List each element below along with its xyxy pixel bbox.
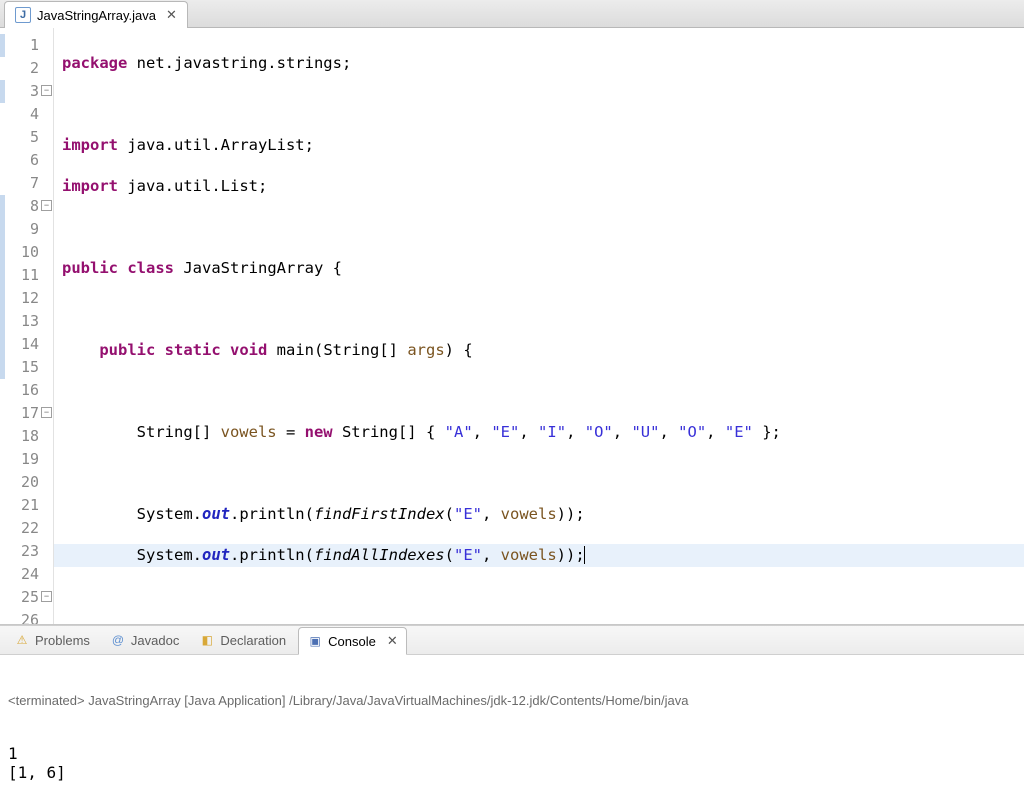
tab-console[interactable]: ▣ Console ✕ bbox=[298, 627, 407, 655]
bottom-views-bar: ⚠ Problems @ Javadoc ◧ Declaration ▣ Con… bbox=[0, 625, 1024, 655]
line-number: 18 bbox=[0, 425, 53, 448]
fold-toggle-icon[interactable]: − bbox=[41, 407, 52, 418]
line-number: 25− bbox=[0, 586, 53, 609]
line-number: 14 bbox=[0, 333, 53, 356]
line-number: 5 bbox=[0, 126, 53, 149]
fold-toggle-icon[interactable]: − bbox=[41, 200, 52, 211]
line-number: 6 bbox=[0, 149, 53, 172]
line-number: 8− bbox=[0, 195, 53, 218]
console-output[interactable]: 1 [1, 6] bbox=[8, 744, 1016, 782]
fold-toggle-icon[interactable]: − bbox=[41, 591, 52, 602]
line-number: 19 bbox=[0, 448, 53, 471]
current-line: System.out.println(findAllIndexes("E", v… bbox=[54, 544, 1024, 567]
line-number: 22 bbox=[0, 517, 53, 540]
close-icon[interactable]: ✕ bbox=[162, 7, 177, 23]
console-status: <terminated> JavaStringArray [Java Appli… bbox=[8, 693, 1016, 708]
line-number: 16 bbox=[0, 379, 53, 402]
fold-toggle-icon[interactable]: − bbox=[41, 85, 52, 96]
line-number: 3− bbox=[0, 80, 53, 103]
tab-declaration[interactable]: ◧ Declaration bbox=[191, 629, 294, 651]
line-number: 17− bbox=[0, 402, 53, 425]
line-number: 15 bbox=[0, 356, 53, 379]
line-number: 12 bbox=[0, 287, 53, 310]
line-number: 20 bbox=[0, 471, 53, 494]
text-caret bbox=[584, 546, 585, 564]
declaration-icon: ◧ bbox=[199, 632, 215, 648]
line-number: 13 bbox=[0, 310, 53, 333]
console-panel: <terminated> JavaStringArray [Java Appli… bbox=[0, 655, 1024, 809]
line-number: 7 bbox=[0, 172, 53, 195]
line-number: 21 bbox=[0, 494, 53, 517]
line-number: 9 bbox=[0, 218, 53, 241]
problems-icon: ⚠ bbox=[14, 632, 30, 648]
line-number-gutter[interactable]: 1 2 3− 4 5 6 7 8− 9 10 11 12 13 14 15 16… bbox=[0, 28, 54, 624]
line-number: 10 bbox=[0, 241, 53, 264]
line-number: 23 bbox=[0, 540, 53, 563]
code-editor: 1 2 3− 4 5 6 7 8− 9 10 11 12 13 14 15 16… bbox=[0, 28, 1024, 625]
line-number: 1 bbox=[0, 34, 53, 57]
tab-problems[interactable]: ⚠ Problems bbox=[6, 629, 98, 651]
editor-tab-bar: J JavaStringArray.java ✕ bbox=[0, 0, 1024, 28]
tab-javadoc[interactable]: @ Javadoc bbox=[102, 629, 187, 651]
line-number: 11 bbox=[0, 264, 53, 287]
line-number: 26 bbox=[0, 609, 53, 625]
close-icon[interactable]: ✕ bbox=[381, 633, 398, 649]
console-icon: ▣ bbox=[307, 633, 323, 649]
line-number: 24 bbox=[0, 563, 53, 586]
java-file-icon: J bbox=[15, 7, 31, 23]
editor-tab[interactable]: J JavaStringArray.java ✕ bbox=[4, 1, 188, 28]
javadoc-icon: @ bbox=[110, 632, 126, 648]
line-number: 4 bbox=[0, 103, 53, 126]
tab-filename: JavaStringArray.java bbox=[37, 8, 156, 23]
code-area[interactable]: package net.javastring.strings; import j… bbox=[54, 28, 1024, 624]
line-number: 2 bbox=[0, 57, 53, 80]
